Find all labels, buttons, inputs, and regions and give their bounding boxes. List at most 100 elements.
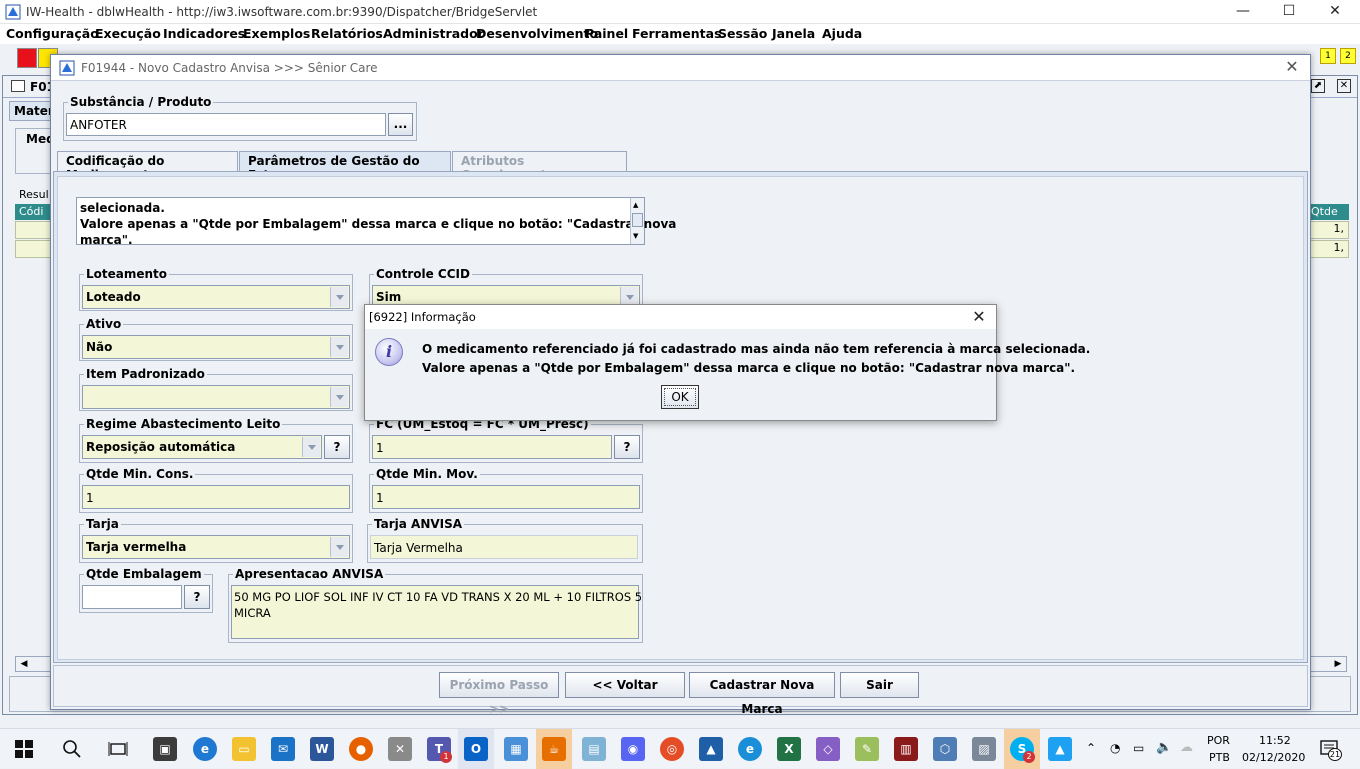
qtde-min-cons-input[interactable]: 1	[82, 485, 350, 509]
loteamento-value: Loteado	[86, 290, 141, 304]
apresentacao-textarea[interactable]: 50 MG PO LIOF SOL INF IV CT 10 FA VD TRA…	[231, 585, 642, 639]
language-indicator[interactable]: POR	[1207, 734, 1230, 747]
fc-input[interactable]: 1	[372, 435, 612, 459]
background-row-2	[15, 240, 55, 258]
frame-window-icon	[11, 80, 25, 92]
qtde-min-mov-input[interactable]: 1	[372, 485, 640, 509]
paint-icon[interactable]: ✎	[855, 737, 879, 761]
browser-icon[interactable]: ◎	[660, 737, 684, 761]
store-icon[interactable]: ▣	[153, 737, 177, 761]
notification-icon[interactable]: 21	[1318, 737, 1342, 761]
cadastrar-nova-marca-button[interactable]: Cadastrar Nova Marca	[689, 672, 835, 716]
tray-expand-icon[interactable]: ⌃	[1086, 741, 1096, 755]
menu-relatorios[interactable]: Relatórios	[311, 26, 383, 41]
tarja-anvisa-label: Tarja ANVISA	[374, 517, 463, 531]
scroll-right-icon[interactable]: ▶	[1330, 657, 1346, 671]
menu-painel[interactable]: Painel	[585, 26, 628, 41]
substancia-input[interactable]: ANFOTER	[66, 113, 386, 136]
apresentacao-line-2: MICRA	[234, 606, 271, 620]
keyboard-layout[interactable]: PTB	[1209, 751, 1230, 764]
tools-icon[interactable]: ✕	[388, 737, 412, 761]
search-icon[interactable]	[62, 739, 82, 759]
scroll-left-icon[interactable]: ◀	[16, 657, 32, 671]
minimize-button[interactable]: —	[1220, 0, 1266, 24]
close-button[interactable]: ✕	[1312, 0, 1358, 24]
background-tab[interactable]: Mater	[9, 101, 55, 121]
background-cell-1: 1,	[1309, 221, 1349, 239]
tab-codificacao[interactable]: Codificação do Medicamento	[57, 151, 238, 182]
scroll-thumb[interactable]	[632, 213, 643, 227]
tarja-select[interactable]: Tarja vermelha	[82, 535, 350, 559]
qtde-embalagem-input[interactable]	[82, 585, 182, 609]
word-icon[interactable]: W	[310, 737, 334, 761]
message-scrollbar[interactable]: ▲ ▼	[630, 198, 644, 244]
firefox-icon[interactable]: ●	[349, 737, 373, 761]
message-textarea[interactable]: selecionada. Valore apenas a "Qtde por E…	[76, 197, 676, 247]
chevron-down-icon	[302, 437, 320, 457]
wifi-icon[interactable]: ◔	[1110, 741, 1120, 755]
outlook-icon[interactable]: O	[464, 737, 488, 761]
menu-janela[interactable]: Janela	[772, 26, 815, 41]
java-icon[interactable]: ☕	[542, 737, 566, 761]
mail-icon[interactable]: ✉	[271, 737, 295, 761]
badge-2[interactable]: 2	[1340, 48, 1356, 64]
onedrive-icon[interactable]: ☁	[1180, 740, 1193, 755]
remote-desktop-icon[interactable]: ▦	[504, 737, 528, 761]
teams-badge: 1	[440, 751, 452, 763]
voltar-button[interactable]: << Voltar	[565, 672, 685, 698]
tab-atributos-complementares[interactable]: Atributos Complementares	[452, 151, 627, 182]
photos-icon[interactable]: ▲	[699, 737, 723, 761]
dialog-close-button[interactable]: ✕	[1282, 57, 1302, 77]
task-view-icon[interactable]	[108, 739, 128, 759]
menu-exemplos[interactable]: Exemplos	[243, 26, 310, 41]
maximize-button[interactable]: ☐	[1266, 0, 1312, 24]
proximo-passo-button[interactable]: Próximo Passo >>	[439, 672, 559, 716]
information-dialog-title: [6922] Informação	[369, 310, 476, 324]
notes-icon[interactable]: ▤	[582, 737, 606, 761]
menu-indicadores[interactable]: Indicadores	[163, 26, 245, 41]
qtde-min-cons-label: Qtde Min. Cons.	[86, 467, 194, 481]
qtde-embalagem-help-button[interactable]: ?	[184, 585, 210, 609]
virtualbox-icon[interactable]: ⬡	[933, 737, 957, 761]
loteamento-select[interactable]: Loteado	[82, 285, 350, 309]
regime-select[interactable]: Reposição automática	[82, 435, 322, 459]
menu-configuracao[interactable]: Configuração	[6, 26, 99, 41]
background-cell-2: 1,	[1309, 240, 1349, 258]
menu-execucao[interactable]: Execução	[95, 26, 161, 41]
background-group: Med	[15, 128, 55, 174]
regime-help-button[interactable]: ?	[324, 435, 350, 459]
menu-administrador[interactable]: Administrador	[383, 26, 484, 41]
ok-button[interactable]: OK	[661, 385, 699, 409]
app-icon[interactable]: ▲	[1048, 737, 1072, 761]
close-frame-icon[interactable]: ✕	[1337, 79, 1351, 93]
badge-1[interactable]: 1	[1320, 48, 1336, 64]
monitor-icon[interactable]: ▨	[972, 737, 996, 761]
edge-icon[interactable]: e	[193, 737, 217, 761]
fc-help-button[interactable]: ?	[614, 435, 640, 459]
internet-explorer-icon[interactable]: e	[738, 737, 762, 761]
clock-time[interactable]: 11:52	[1259, 734, 1291, 747]
scroll-down-icon[interactable]: ▼	[633, 232, 638, 240]
substancia-lookup-button[interactable]: ...	[388, 113, 413, 136]
clock-date[interactable]: 02/12/2020	[1242, 751, 1305, 764]
volume-icon[interactable]: 🔈	[1156, 740, 1172, 755]
red-toolbar-button[interactable]	[17, 48, 37, 68]
information-dialog-close-button[interactable]: ✕	[968, 306, 990, 328]
excel-icon[interactable]: X	[777, 737, 801, 761]
scroll-up-icon[interactable]: ▲	[633, 201, 638, 209]
menu-desenvolvimento[interactable]: Desenvolvimento	[476, 26, 598, 41]
sair-button[interactable]: Sair	[840, 672, 919, 698]
item-padronizado-select[interactable]	[82, 385, 350, 409]
menu-ferramentas[interactable]: Ferramentas	[632, 26, 722, 41]
file-explorer-icon[interactable]: ▭	[232, 737, 256, 761]
winrar-icon[interactable]: ▥	[894, 737, 918, 761]
discord-icon[interactable]: ◉	[621, 737, 645, 761]
menu-ajuda[interactable]: Ajuda	[822, 26, 862, 41]
windows-start-icon[interactable]	[14, 739, 34, 759]
menu-sessao[interactable]: Sessão	[718, 26, 767, 41]
battery-icon[interactable]: ▭	[1133, 741, 1144, 755]
tab-parametros-estoque[interactable]: Parâmetros de Gestão do Estoque	[239, 151, 451, 182]
ativo-select[interactable]: Não	[82, 335, 350, 359]
restore-frame-icon[interactable]: ⬈	[1311, 79, 1325, 93]
visual-studio-icon[interactable]: ◇	[816, 737, 840, 761]
